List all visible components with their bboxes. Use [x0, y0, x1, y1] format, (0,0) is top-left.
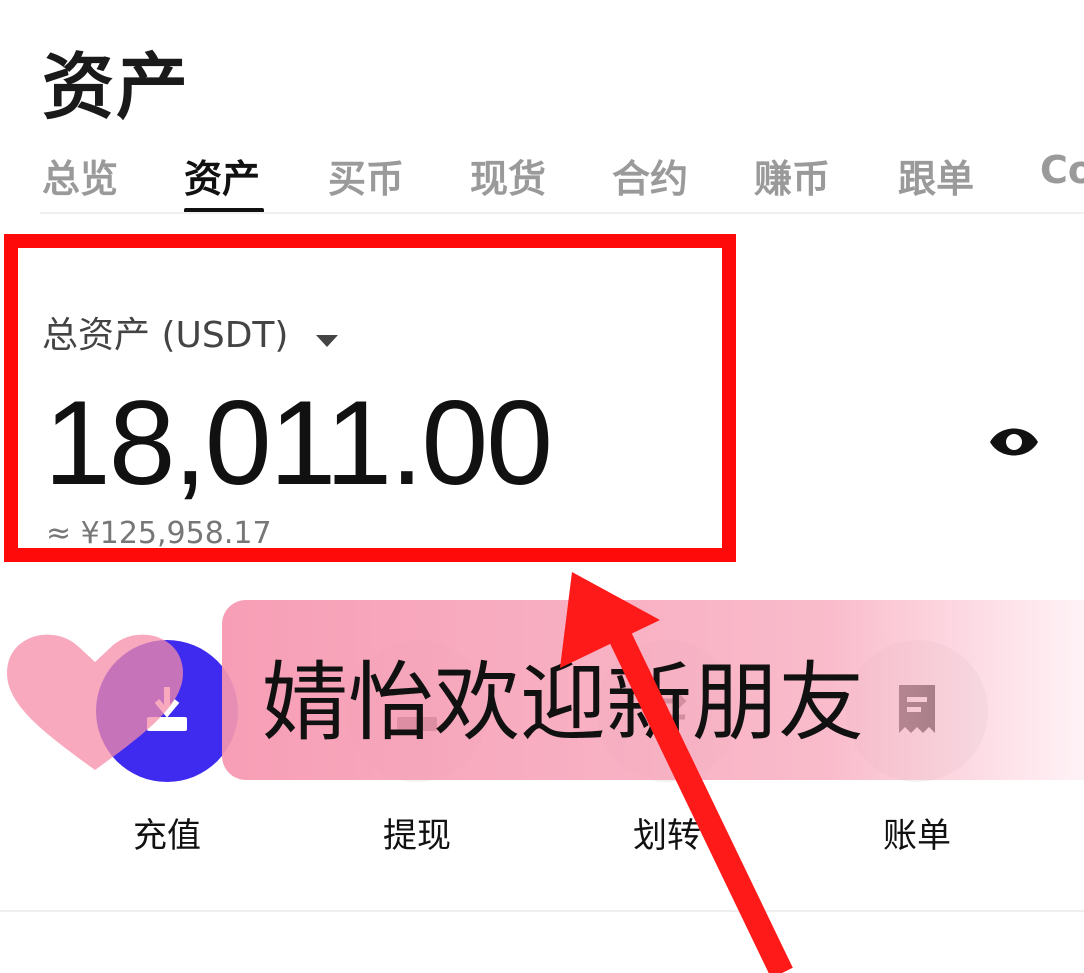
welcome-banner-text: 婧怡欢迎新朋友 — [262, 653, 864, 753]
tab-copy-trading[interactable]: 跟单 — [898, 148, 974, 203]
transfer-label: 划转 — [633, 816, 701, 856]
tab-buy-crypto[interactable]: 买币 — [328, 148, 404, 203]
tab-assets[interactable]: 资产 — [184, 148, 260, 203]
tab-more[interactable]: Co — [1040, 148, 1084, 192]
tab-overview[interactable]: 总览 — [42, 148, 118, 203]
tab-earn[interactable]: 赚币 — [754, 148, 830, 203]
tab-spot[interactable]: 现货 — [470, 148, 546, 203]
section-divider — [0, 910, 1084, 912]
withdraw-label: 提现 — [383, 816, 451, 856]
heart-icon — [0, 620, 190, 780]
highlight-box — [4, 234, 736, 562]
tab-bar: 总览 资产 买币 现货 合约 赚币 跟单 Co — [42, 148, 1084, 212]
page-title: 资产 — [42, 45, 191, 129]
eye-icon[interactable] — [988, 420, 1040, 464]
tabs-divider — [40, 212, 1084, 214]
bill-label: 账单 — [883, 816, 951, 856]
deposit-label: 充值 — [133, 816, 201, 856]
tab-futures[interactable]: 合约 — [612, 148, 688, 203]
